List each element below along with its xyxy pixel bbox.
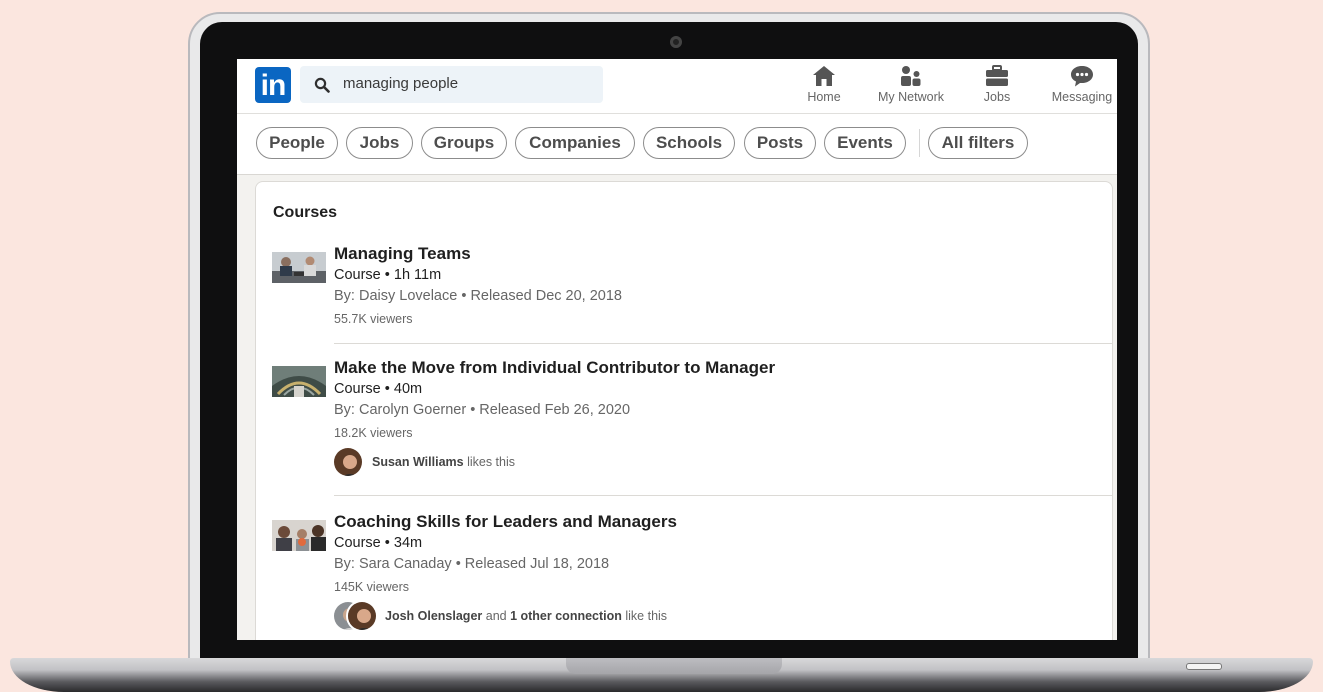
courses-card: Courses Managing Teams Course • 1h 11m B…	[255, 181, 1113, 640]
nav-home[interactable]: Home	[804, 63, 844, 111]
filter-people[interactable]: People	[256, 127, 338, 159]
filter-groups[interactable]: Groups	[421, 127, 507, 159]
browser-screen: in managing people Home My Network Jobs …	[237, 59, 1117, 640]
course-author: By: Daisy Lovelace • Released Dec 20, 20…	[334, 288, 622, 304]
course-viewers: 55.7K viewers	[334, 312, 413, 326]
filter-bar: People Jobs Groups Companies Schools Pos…	[237, 114, 1117, 175]
connection-name[interactable]: Susan Williams	[372, 455, 464, 469]
all-filters-button[interactable]: All filters	[928, 127, 1028, 159]
course-author: By: Carolyn Goerner • Released Feb 26, 2…	[334, 402, 631, 418]
course-meta: Course • 40m	[334, 381, 423, 397]
course-thumbnail[interactable]	[272, 366, 326, 397]
other-connections-link[interactable]: 1 other connection	[510, 609, 622, 623]
course-meta: Course • 34m	[334, 535, 423, 551]
social-proof-text: Susan Williams likes this	[372, 455, 515, 469]
search-value: managing people	[343, 75, 459, 92]
connection-name[interactable]: Josh Olenslager	[385, 609, 482, 623]
course-thumbnail[interactable]	[272, 252, 326, 283]
messaging-icon	[1071, 66, 1093, 87]
filter-posts[interactable]: Posts	[744, 127, 816, 159]
avatar[interactable]	[332, 446, 364, 478]
laptop-port	[1186, 663, 1222, 670]
result-divider	[334, 495, 1112, 496]
social-proof-suffix: like this	[621, 609, 668, 623]
nav-my-network[interactable]: My Network	[871, 63, 951, 111]
nav-jobs[interactable]: Jobs	[977, 63, 1017, 111]
search-input[interactable]: managing people	[300, 66, 603, 103]
avatar[interactable]	[346, 600, 378, 632]
filter-schools[interactable]: Schools	[643, 127, 735, 159]
filter-divider	[919, 129, 920, 157]
search-icon	[314, 77, 330, 93]
course-author: By: Sara Canaday • Released Jul 18, 2018	[334, 556, 610, 572]
courses-heading: Courses	[273, 204, 338, 221]
nav-messaging[interactable]: Messaging	[1047, 63, 1117, 111]
linkedin-logo-icon[interactable]: in	[255, 67, 291, 103]
nav-messaging-label: Messaging	[1051, 90, 1113, 104]
nav-home-label: Home	[807, 90, 841, 104]
social-proof-text: Josh Olenslager and 1 other connection l…	[385, 609, 667, 623]
course-meta: Course • 1h 11m	[334, 267, 442, 283]
course-title[interactable]: Coaching Skills for Leaders and Managers	[334, 512, 677, 532]
nav-my-network-label: My Network	[878, 90, 944, 104]
home-icon	[813, 66, 835, 86]
filter-events[interactable]: Events	[824, 127, 906, 159]
course-title[interactable]: Managing Teams	[334, 244, 471, 264]
laptop-notch	[566, 658, 782, 674]
social-proof-suffix: likes this	[463, 455, 515, 469]
top-nav: in managing people Home My Network Jobs …	[237, 59, 1117, 114]
webcam-icon	[670, 36, 682, 48]
briefcase-icon	[986, 65, 1008, 86]
filter-companies[interactable]: Companies	[515, 127, 635, 159]
result-divider	[334, 343, 1112, 344]
course-thumbnail[interactable]	[272, 520, 326, 551]
nav-jobs-label: Jobs	[983, 90, 1011, 104]
filter-jobs[interactable]: Jobs	[346, 127, 413, 159]
course-viewers: 145K viewers	[334, 580, 410, 594]
course-title[interactable]: Make the Move from Individual Contributo…	[334, 358, 775, 378]
course-viewers: 18.2K viewers	[334, 426, 413, 440]
social-proof-joiner: and	[482, 609, 511, 623]
network-icon	[901, 66, 921, 86]
